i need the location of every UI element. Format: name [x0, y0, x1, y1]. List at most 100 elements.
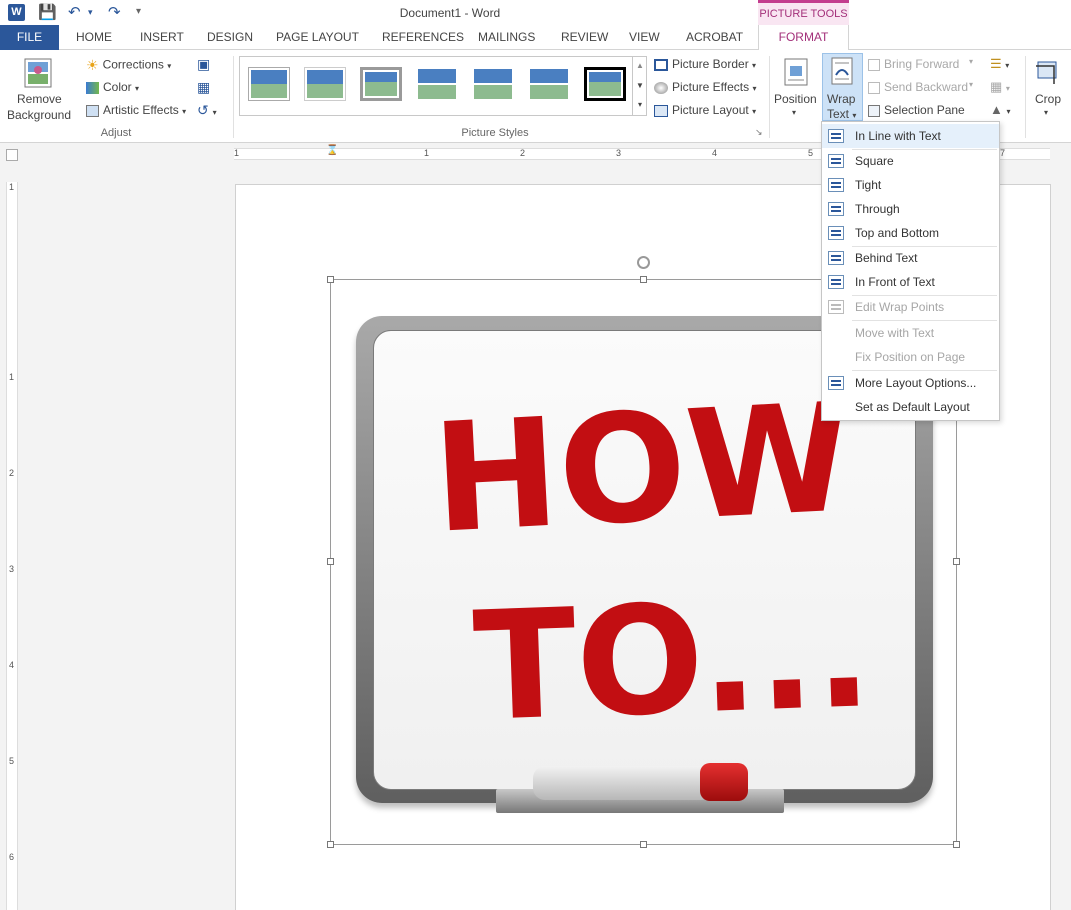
chevron-down-icon: ▾ — [167, 61, 172, 71]
tab-acrobat[interactable]: ACROBAT — [686, 25, 743, 50]
tab-review[interactable]: REVIEW — [561, 25, 608, 50]
color-button[interactable]: Color ▾ — [86, 80, 139, 94]
tab-insert[interactable]: INSERT — [140, 25, 184, 50]
chevron-down-icon: ▾ — [852, 111, 857, 120]
menu-item-in-line-with-text[interactable]: In Line with Text — [822, 124, 999, 148]
resize-handle[interactable] — [640, 841, 647, 848]
change-picture-icon[interactable]: ▦ — [197, 79, 210, 96]
picture-style-thumb[interactable] — [528, 67, 570, 101]
picture-style-thumb[interactable] — [584, 67, 626, 101]
picture-style-thumb[interactable] — [416, 67, 458, 101]
tab-page-layout[interactable]: PAGE LAYOUT — [276, 25, 359, 50]
resize-handle[interactable] — [327, 558, 334, 565]
ruler-number: 5 — [808, 148, 814, 158]
tab-references[interactable]: REFERENCES — [382, 25, 464, 50]
ruler-number: 1 — [424, 148, 430, 158]
menu-item-square[interactable]: Square — [822, 149, 999, 173]
ruler-number: 1 — [9, 372, 15, 382]
picture-style-thumb[interactable] — [360, 67, 402, 101]
wrap-text-menu: In Line with Text Square Tight Through T… — [821, 121, 1000, 421]
menu-item-move-with-text: Move with Text — [822, 321, 999, 345]
picture-layout-button[interactable]: Picture Layout ▾ — [654, 103, 756, 117]
resize-handle[interactable] — [953, 558, 960, 565]
picture-effects-button[interactable]: Picture Effects ▾ — [654, 80, 757, 94]
menu-item-label: Set as Default Layout — [855, 400, 970, 414]
menu-item-label: Tight — [855, 178, 882, 192]
menu-item-more-layout-options[interactable]: More Layout Options... — [822, 371, 999, 395]
menu-item-top-and-bottom[interactable]: Top and Bottom — [822, 221, 999, 245]
resize-handle[interactable] — [327, 841, 334, 848]
corrections-button[interactable]: ☀ Corrections ▾ — [86, 57, 171, 74]
ruler-number: 7 — [1000, 148, 1006, 158]
rotate-icon[interactable]: ▲ ▾ — [990, 102, 1011, 117]
menu-item-label: Fix Position on Page — [855, 350, 966, 364]
tab-file[interactable]: FILE — [0, 25, 59, 50]
bring-forward-icon — [868, 58, 880, 71]
remove-background-button[interactable]: Remove — [17, 92, 62, 106]
reset-picture-icon[interactable]: ↺ ▾ — [197, 102, 217, 119]
selection-pane-label: Selection Pane — [884, 103, 965, 117]
chevron-down-icon: ▾ — [752, 84, 757, 93]
picture-style-thumb[interactable] — [472, 67, 514, 101]
remove-background-button-line2[interactable]: Background — [6, 108, 72, 122]
picture-effects-label: Picture Effects — [672, 80, 750, 94]
remove-background-icon[interactable] — [24, 58, 52, 91]
wrap-front-icon — [828, 275, 844, 289]
tab-home[interactable]: HOME — [76, 25, 112, 50]
gallery-down-icon[interactable]: ▼ — [633, 76, 647, 96]
wrap-text-label-2: Text ▾ — [827, 107, 856, 121]
menu-item-behind-text[interactable]: Behind Text — [822, 246, 999, 270]
corrections-label: Corrections — [102, 57, 164, 72]
menu-item-tight[interactable]: Tight — [822, 173, 999, 197]
tab-selector[interactable] — [6, 149, 18, 161]
tab-format[interactable]: FORMAT — [758, 25, 849, 51]
layout-options-icon — [828, 376, 844, 390]
menu-item-fix-position-on-page: Fix Position on Page — [822, 345, 999, 369]
artistic-effects-button[interactable]: Artistic Effects ▾ — [86, 103, 186, 117]
chevron-down-icon: ▾ — [1006, 107, 1011, 116]
picture-style-thumb[interactable] — [248, 67, 290, 101]
picture-border-icon — [654, 58, 668, 71]
tab-view[interactable]: VIEW — [629, 25, 660, 50]
wrap-text-label-1: Wrap — [827, 92, 856, 106]
bring-forward-button[interactable]: Bring Forward — [868, 57, 959, 71]
picture-style-thumb[interactable] — [304, 67, 346, 101]
resize-handle[interactable] — [640, 276, 647, 283]
selection-pane-button[interactable]: Selection Pane — [868, 103, 965, 117]
menu-item-label: In Front of Text — [855, 275, 935, 289]
crop-icon[interactable] — [1034, 58, 1062, 89]
send-backward-button[interactable]: Send Backward — [868, 80, 968, 94]
chevron-down-icon[interactable]: ▾ — [969, 57, 973, 66]
gallery-up-icon[interactable]: ▲ — [633, 56, 647, 76]
wrap-tight-icon — [828, 178, 844, 192]
crop-button[interactable]: Crop — [1035, 92, 1061, 106]
remove-background-label-1: Remove — [17, 92, 62, 106]
wrap-inline-icon — [828, 129, 844, 143]
compress-pictures-icon[interactable]: ▣ — [197, 56, 210, 73]
vertical-ruler[interactable]: 1 1 2 3 4 5 6 — [6, 182, 18, 910]
menu-item-through[interactable]: Through — [822, 197, 999, 221]
menu-item-in-front-of-text[interactable]: In Front of Text — [822, 270, 999, 294]
indent-marker-icon[interactable]: ⌛ — [326, 145, 338, 156]
resize-handle[interactable] — [953, 841, 960, 848]
tab-mailings[interactable]: MAILINGS — [478, 25, 535, 50]
position-button[interactable]: Position — [774, 92, 817, 106]
chevron-down-icon: ▾ — [1044, 108, 1049, 117]
artistic-effects-icon — [86, 104, 99, 117]
chevron-down-icon[interactable]: ▾ — [969, 80, 973, 89]
position-icon[interactable] — [784, 58, 808, 89]
rotate-handle[interactable] — [637, 256, 650, 269]
menu-item-set-as-default-layout[interactable]: Set as Default Layout — [822, 395, 999, 419]
ruler-number: 4 — [9, 660, 15, 670]
ruler-number: 1 — [234, 148, 240, 158]
group-divider — [1025, 56, 1026, 138]
align-icon[interactable]: ☰ ▾ — [990, 56, 1009, 72]
dialog-launcher-icon[interactable]: ↘ — [755, 127, 763, 138]
wrap-text-label-2-text: Text — [827, 107, 850, 121]
picture-border-button[interactable]: Picture Border ▾ — [654, 57, 756, 71]
gallery-more-icon[interactable]: ▾ — [633, 96, 647, 114]
group-icon[interactable]: ▦ ▾ — [990, 79, 1010, 95]
remove-background-label-2: Background — [6, 108, 72, 122]
tab-design[interactable]: DESIGN — [207, 25, 253, 50]
resize-handle[interactable] — [327, 276, 334, 283]
